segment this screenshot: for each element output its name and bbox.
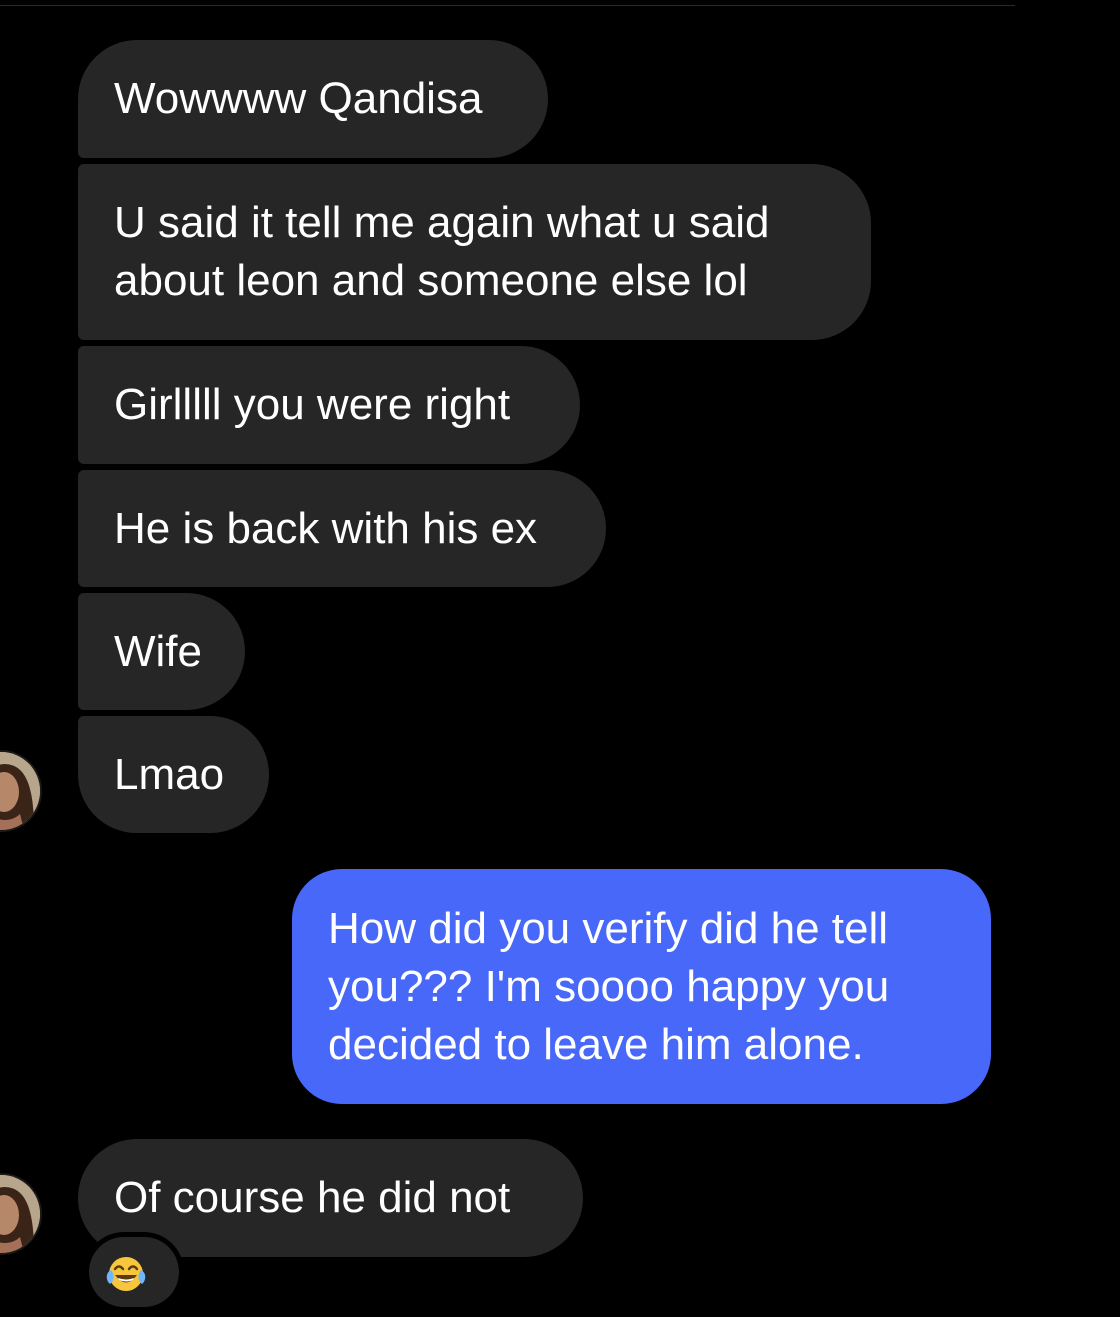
avatar-photo-icon	[0, 752, 40, 830]
message-bubble-incoming[interactable]: Lmao	[78, 716, 269, 833]
message-text: Wowwww Qandisa	[114, 74, 483, 123]
avatar-photo-icon	[0, 1175, 40, 1253]
message-text: Of course he did not	[114, 1173, 511, 1222]
message-bubble-outgoing[interactable]: How did you verify did he tell you??? I'…	[292, 869, 991, 1104]
message-text: Girlllll you were right	[114, 380, 511, 429]
contact-avatar[interactable]	[0, 752, 40, 830]
message-text: Wife	[114, 626, 202, 676]
message-text: How did you verify did he tell you??? I'…	[328, 903, 890, 1069]
message-text: Lmao	[114, 749, 225, 799]
message-bubble-incoming[interactable]: Girlllll you were right	[78, 346, 580, 464]
message-bubble-incoming[interactable]: U said it tell me again what u said abou…	[78, 164, 871, 340]
message-bubble-incoming[interactable]: Wife	[78, 593, 245, 710]
message-bubble-incoming[interactable]: Wowwww Qandisa	[78, 40, 548, 158]
top-divider	[0, 5, 1015, 6]
reaction-badge[interactable]	[89, 1237, 179, 1307]
message-text: He is back with his ex	[114, 503, 538, 553]
message-bubble-incoming[interactable]: He is back with his ex	[78, 470, 606, 587]
message-text: U said it tell me again what u said abou…	[114, 198, 770, 305]
tears-of-joy-emoji-icon	[106, 1257, 146, 1291]
contact-avatar[interactable]	[0, 1175, 40, 1253]
